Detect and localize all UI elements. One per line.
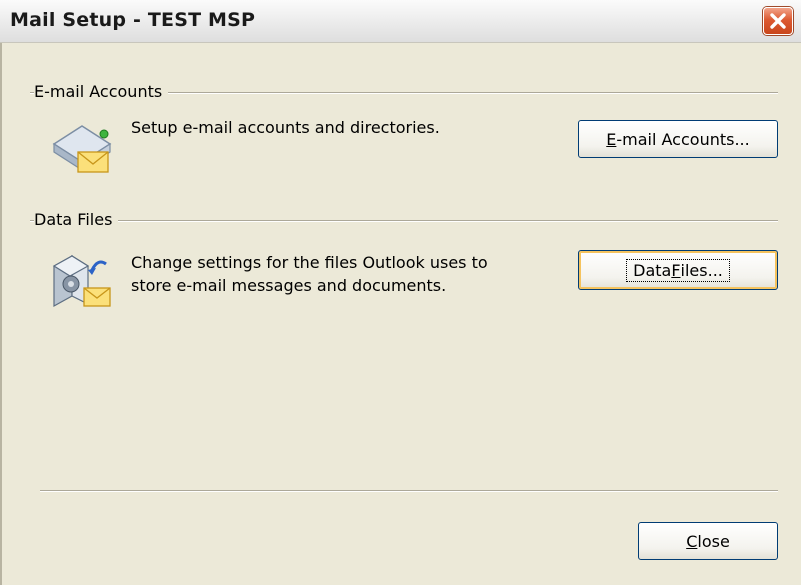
close-button-mnemonic: C: [686, 531, 698, 551]
email-accounts-description: Setup e-mail accounts and directories.: [131, 118, 440, 137]
email-accounts-button-text: -mail Accounts...: [616, 129, 750, 149]
data-files-button-text-after: iles...: [680, 260, 723, 280]
email-accounts-button-mnemonic: E: [606, 129, 617, 149]
email-accounts-button[interactable]: E-mail Accounts...: [578, 120, 778, 158]
mail-accounts-icon: [48, 122, 114, 174]
close-button[interactable]: Close: [638, 522, 778, 560]
window-border: [0, 43, 2, 585]
data-files-button-text-before: Data: [633, 260, 672, 280]
data-files-icon: [48, 252, 114, 310]
footer-divider: [40, 490, 778, 492]
data-files-button-label: Data Files...: [626, 258, 730, 282]
email-accounts-section-title: E-mail Accounts: [34, 82, 169, 101]
data-files-divider: [30, 220, 778, 222]
title-bar: Mail Setup - TEST MSP: [0, 0, 801, 43]
data-files-description-line2: store e-mail messages and documents.: [131, 276, 447, 295]
data-files-button[interactable]: Data Files...: [578, 250, 778, 290]
close-button-label: Close: [686, 532, 730, 551]
window-title: Mail Setup - TEST MSP: [10, 9, 256, 31]
close-button-text: lose: [697, 531, 730, 551]
data-files-section-title: Data Files: [34, 210, 119, 229]
data-files-description-line1: Change settings for the files Outlook us…: [131, 253, 488, 272]
data-files-button-mnemonic: F: [671, 260, 681, 280]
email-accounts-button-label: E-mail Accounts...: [606, 130, 749, 149]
close-icon[interactable]: [763, 7, 793, 35]
